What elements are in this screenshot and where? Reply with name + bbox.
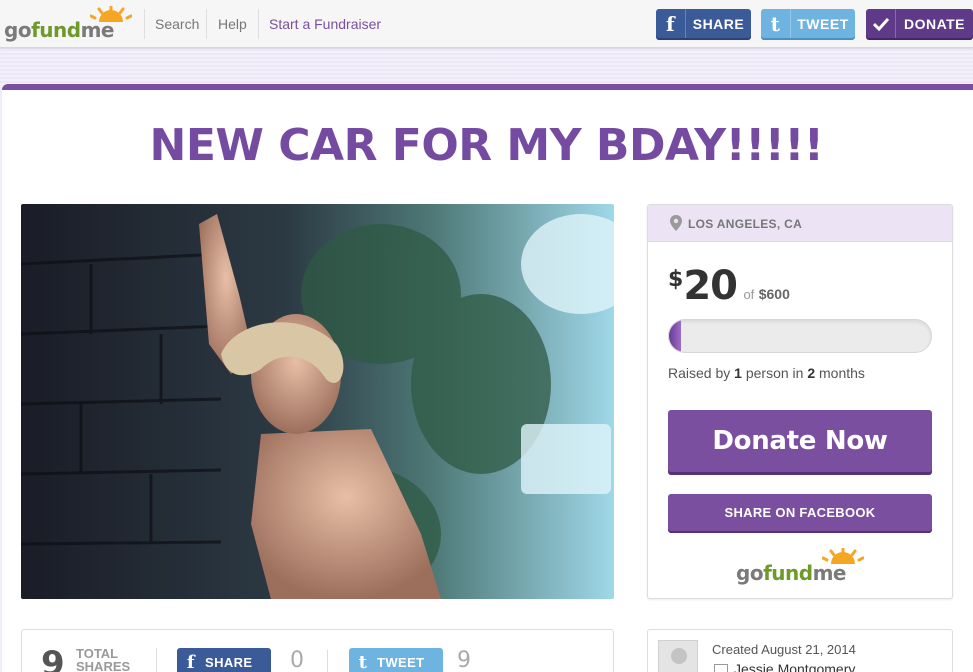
twitter-share-count: 9 [457, 648, 471, 672]
progress-bar [668, 319, 932, 353]
nav-divider [144, 9, 145, 39]
share-facebook-button[interactable]: f SHARE [177, 648, 271, 672]
divider [327, 650, 328, 672]
created-date: Created August 21, 2014 [712, 642, 856, 657]
nav-help-link[interactable]: Help [218, 16, 247, 32]
location-pin-icon [670, 215, 682, 231]
twitter-icon: t [761, 9, 791, 38]
of-label: of [743, 287, 755, 302]
raised-amount: 20 [683, 263, 738, 309]
gofundme-footer-logo: gofundme [736, 548, 866, 588]
facebook-icon: f [656, 9, 686, 38]
header-share-label: SHARE [692, 15, 745, 32]
facebook-icon: f [186, 651, 196, 672]
header-band [0, 49, 973, 85]
campaign-photo[interactable] [21, 204, 614, 599]
facebook-share-count: 0 [290, 648, 304, 672]
location-text: LOS ANGELES, CA [688, 217, 803, 231]
nav-divider [206, 9, 207, 39]
share-stats-bar: 9 TOTAL SHARES f SHARE 0 t TWEET 9 [21, 629, 614, 672]
header-share-button[interactable]: f SHARE [656, 9, 751, 38]
raised-by-text: Raised by 1 person in 2 months [668, 365, 865, 381]
footer-logo-wordmark: gofundme [736, 561, 846, 585]
header-tweet-button[interactable]: t TWEET [761, 9, 855, 38]
header-donate-button[interactable]: DONATE [866, 9, 973, 38]
creator-card: Created August 21, 2014 Jessie Montgomer… [647, 629, 953, 672]
share-facebook-label: SHARE [205, 654, 253, 670]
share-twitter-button[interactable]: t TWEET [349, 648, 443, 672]
avatar-icon[interactable] [658, 640, 698, 672]
goal-amount: $600 [758, 286, 790, 302]
share-on-facebook-button[interactable]: SHARE ON FACEBOOK [668, 494, 932, 531]
twitter-icon: t [358, 651, 368, 672]
total-shares-count: 9 [41, 644, 65, 672]
progress-fill [669, 320, 681, 352]
amount-raised: $20 of $600 [668, 263, 790, 309]
share-twitter-label: TWEET [377, 654, 425, 670]
header-tweet-label: TWEET [797, 15, 849, 32]
total-shares-label: TOTAL SHARES [76, 646, 131, 672]
header-donate-label: DONATE [903, 15, 966, 32]
creator-name[interactable]: Jessie Montgomery [734, 661, 855, 672]
mail-icon[interactable] [714, 664, 728, 672]
nav-divider [258, 9, 259, 39]
top-navigation-bar: gofundme Search Help Start a Fundraiser … [0, 0, 973, 48]
check-icon [866, 9, 896, 38]
campaign-title: NEW CAR FOR MY BDAY!!!!! [149, 120, 825, 171]
divider [156, 648, 157, 672]
donate-now-button[interactable]: Donate Now [668, 410, 932, 472]
donation-panel: LOS ANGELES, CA $20 of $600 Raised by 1 … [647, 204, 953, 599]
nav-search-link[interactable]: Search [155, 16, 199, 32]
currency-symbol: $ [668, 267, 684, 292]
location-bar: LOS ANGELES, CA [648, 205, 952, 242]
gofundme-logo[interactable]: gofundme [4, 6, 132, 44]
logo-wordmark: gofundme [4, 18, 114, 42]
nav-start-fundraiser-link[interactable]: Start a Fundraiser [269, 16, 381, 32]
